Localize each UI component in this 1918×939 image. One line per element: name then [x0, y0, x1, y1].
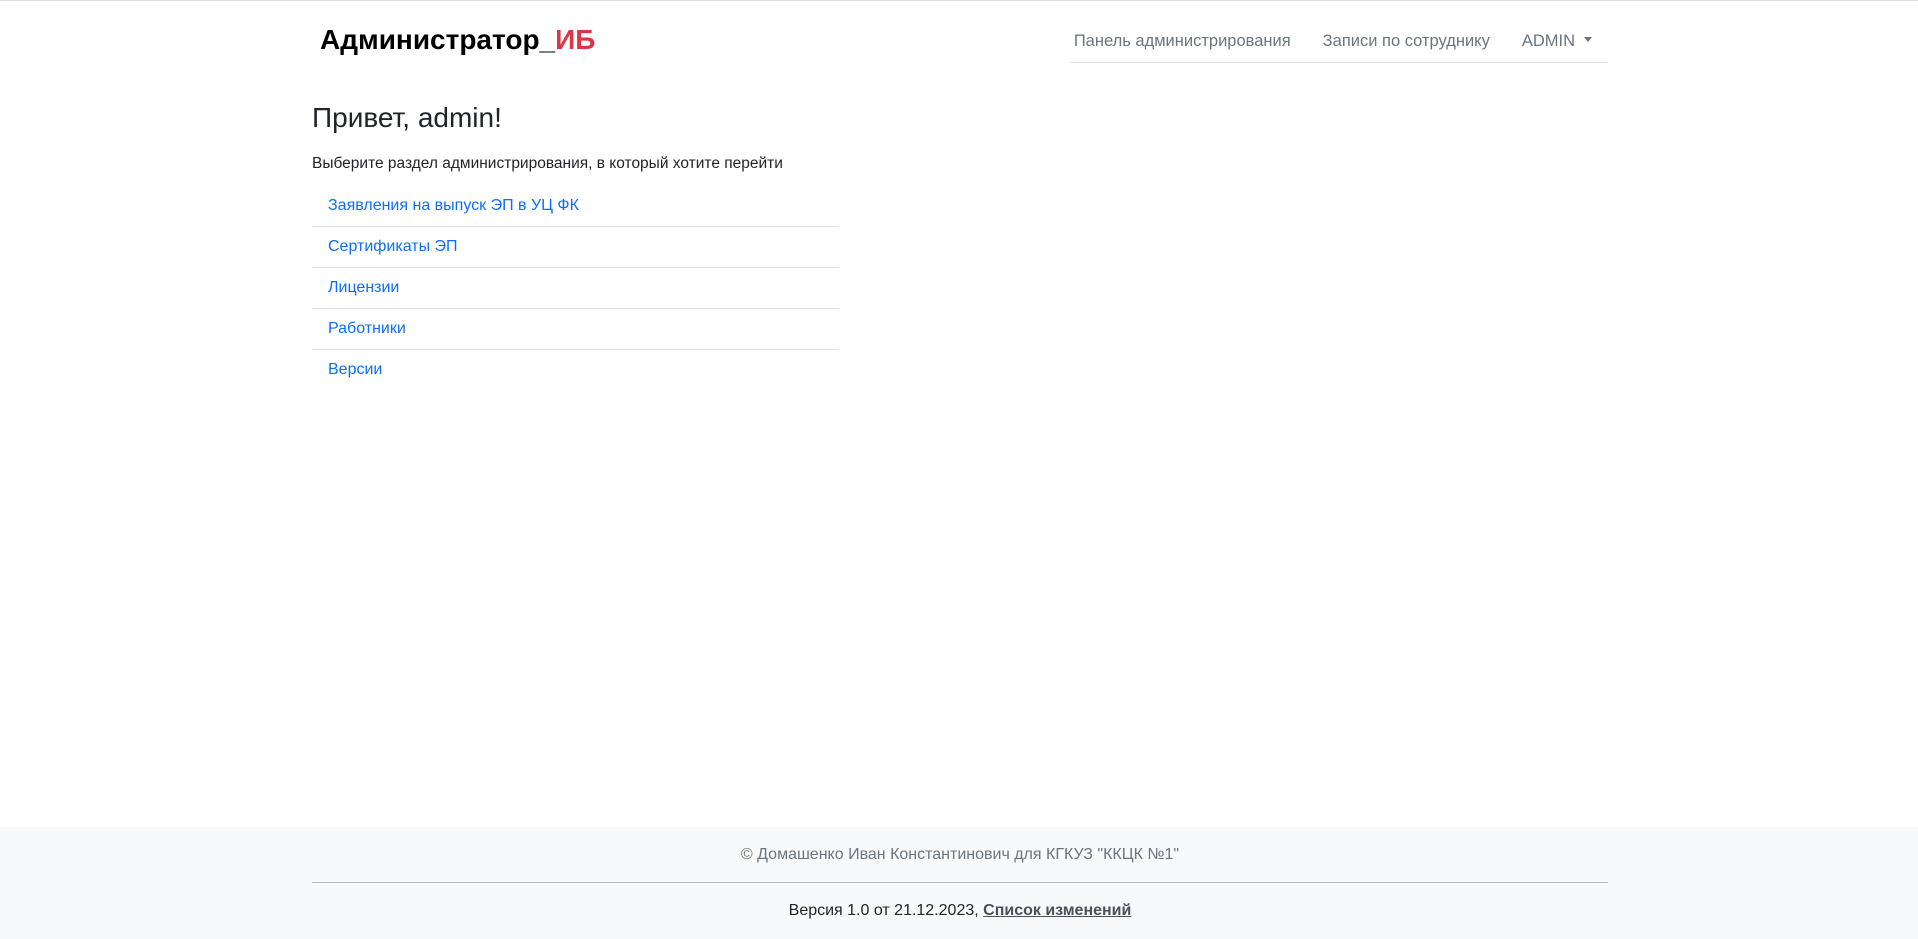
caret-down-icon	[1584, 36, 1592, 42]
changelog-link[interactable]: Список изменений	[983, 902, 1131, 919]
brand-title: Администратор_	[320, 24, 556, 55]
user-menu-dropdown[interactable]: ADMIN	[1506, 32, 1608, 51]
page-subtitle: Выберите раздел администрирования, в кот…	[312, 155, 783, 172]
section-link-licenses[interactable]: Лицензии	[328, 279, 399, 296]
page: Администратор_ИБ Панель администрировани…	[0, 0, 1918, 939]
site-header: Администратор_ИБ Панель администрировани…	[312, 0, 1608, 82]
brand-logo[interactable]: Администратор_ИБ	[320, 24, 595, 56]
list-item: Версии	[312, 350, 839, 390]
copyright-text: © Домашенко Иван Константинович для КГКУ…	[740, 846, 1180, 863]
admin-sections-list: Заявления на выпуск ЭП в УЦ ФК Сертифика…	[312, 186, 839, 390]
version-text: Версия 1.0 от 21.12.2023,	[788, 902, 984, 919]
footer-container: © Домашенко Иван Константинович для КГКУ…	[312, 827, 1608, 939]
list-item: Работники	[312, 309, 839, 350]
section-link-ep-certificates[interactable]: Сертификаты ЭП	[328, 238, 458, 255]
list-item: Лицензии	[312, 268, 839, 309]
main-nav: Панель администрирования Записи по сотру…	[1070, 20, 1608, 63]
list-item: Заявления на выпуск ЭП в УЦ ФК	[312, 186, 839, 227]
section-link-employees[interactable]: Работники	[328, 320, 406, 337]
list-item: Сертификаты ЭП	[312, 227, 839, 268]
page-title: Привет, admin!	[312, 102, 502, 133]
nav-employee-records[interactable]: Записи по сотруднику	[1307, 32, 1506, 51]
section-link-ep-applications[interactable]: Заявления на выпуск ЭП в УЦ ФК	[328, 197, 579, 214]
main-content: Привет, admin! Выберите раздел администр…	[312, 96, 1608, 390]
section-link-versions[interactable]: Версии	[328, 361, 382, 378]
footer-divider	[312, 882, 1608, 883]
version-info: Версия 1.0 от 21.12.2023, Список изменен…	[312, 902, 1608, 920]
brand-accent: ИБ	[555, 24, 596, 55]
nav-admin-panel[interactable]: Панель администрирования	[1058, 32, 1307, 51]
user-menu-label: ADMIN	[1521, 31, 1575, 50]
site-footer: © Домашенко Иван Константинович для КГКУ…	[0, 827, 1918, 939]
